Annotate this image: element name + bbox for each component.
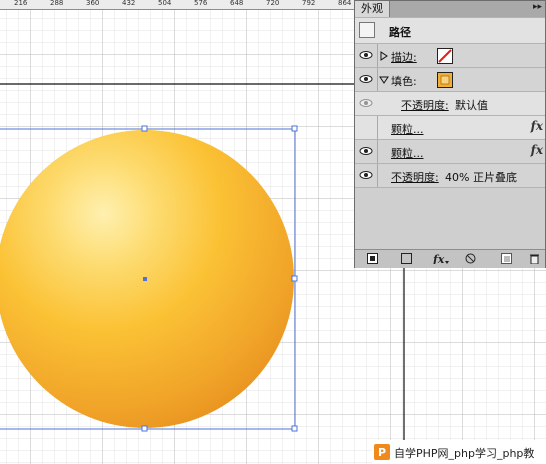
- ruler-label: 792: [302, 0, 316, 7]
- ruler-label: 720: [266, 0, 280, 7]
- object-opacity-value: 40% 正片叠底: [445, 171, 517, 184]
- add-stroke-icon[interactable]: [401, 253, 412, 264]
- fill-swatch-gradient[interactable]: [437, 72, 453, 88]
- expand-triangle-icon[interactable]: [380, 51, 388, 61]
- eye-icon[interactable]: [359, 97, 373, 109]
- ruler-label: 864: [338, 0, 352, 7]
- grain-effect-row-1[interactable]: 颗粒... fx: [355, 115, 545, 140]
- trash-icon[interactable]: [529, 253, 540, 264]
- fx-icon[interactable]: fx: [531, 119, 543, 133]
- add-effect-icon[interactable]: fx: [433, 253, 449, 264]
- fx-icon[interactable]: fx: [531, 143, 543, 157]
- object-opacity-link[interactable]: 不透明度:: [391, 169, 439, 185]
- ruler-label: 504: [158, 0, 172, 7]
- svg-text:fx: fx: [433, 253, 445, 264]
- watermark-text: 自学PHP网_php学习_php教: [394, 447, 535, 460]
- fill-opacity-row[interactable]: 不透明度: 默认值: [355, 91, 545, 115]
- collapse-triangle-icon[interactable]: [379, 76, 389, 84]
- stroke-swatch-none[interactable]: [437, 48, 453, 64]
- ruler-label: 576: [194, 0, 208, 7]
- panel-menu-icon[interactable]: ▸▸: [533, 2, 542, 12]
- handle-bottom-right[interactable]: [291, 425, 298, 432]
- svg-text:P: P: [378, 446, 386, 459]
- fill-row[interactable]: 填色:: [355, 67, 545, 92]
- php-logo-icon: P: [374, 444, 390, 460]
- ruler-label: 432: [122, 0, 136, 7]
- fill-opacity-link[interactable]: 不透明度:: [401, 97, 449, 113]
- eye-icon[interactable]: [359, 169, 373, 181]
- fill-label: 填色:: [391, 75, 417, 88]
- eye-icon[interactable]: [359, 73, 373, 85]
- duplicate-item-icon[interactable]: [501, 253, 512, 264]
- handle-bottom[interactable]: [141, 425, 148, 432]
- object-label: 路径: [389, 26, 411, 39]
- ruler-label: 648: [230, 0, 244, 7]
- panel-tab-bar: 外观 ▸▸: [355, 1, 545, 18]
- fill-opacity-value: 默认值: [455, 99, 488, 112]
- ruler-label: 288: [50, 0, 64, 7]
- tab-appearance[interactable]: 外观: [355, 1, 390, 17]
- grain-effect-link-2[interactable]: 颗粒...: [391, 145, 424, 161]
- stroke-row[interactable]: 描边:: [355, 43, 545, 68]
- center-point: [143, 277, 147, 281]
- handle-right[interactable]: [291, 275, 298, 282]
- clear-appearance-icon[interactable]: [465, 253, 476, 264]
- panel-empty-area: [355, 187, 545, 250]
- object-thumbnail: [359, 22, 375, 38]
- handle-top[interactable]: [141, 125, 148, 132]
- grain-effect-link-1[interactable]: 颗粒...: [391, 121, 424, 137]
- appearance-panel: 外观 ▸▸ 路径 描边: 填色: 不透明度: 默认值 颗粒... fx 颗粒..…: [354, 0, 546, 268]
- eye-icon[interactable]: [359, 49, 373, 61]
- panel-footer: fx: [355, 249, 545, 268]
- handle-top-right[interactable]: [291, 125, 298, 132]
- grain-effect-row-2[interactable]: 颗粒... fx: [355, 139, 545, 164]
- artboard-canvas[interactable]: 216 288 360 432 504 576 648 720 792 864 外观 ▸▸ 路径 …: [0, 0, 546, 464]
- object-opacity-row[interactable]: 不透明度: 40% 正片叠底: [355, 163, 545, 188]
- object-row[interactable]: 路径: [355, 17, 545, 43]
- watermark: P 自学PHP网_php学习_php教: [372, 440, 546, 464]
- ruler-label: 360: [86, 0, 100, 7]
- ruler-label: 216: [14, 0, 28, 7]
- stroke-label[interactable]: 描边:: [391, 49, 417, 65]
- new-art-basic-icon[interactable]: [367, 253, 378, 264]
- eye-icon[interactable]: [359, 145, 373, 157]
